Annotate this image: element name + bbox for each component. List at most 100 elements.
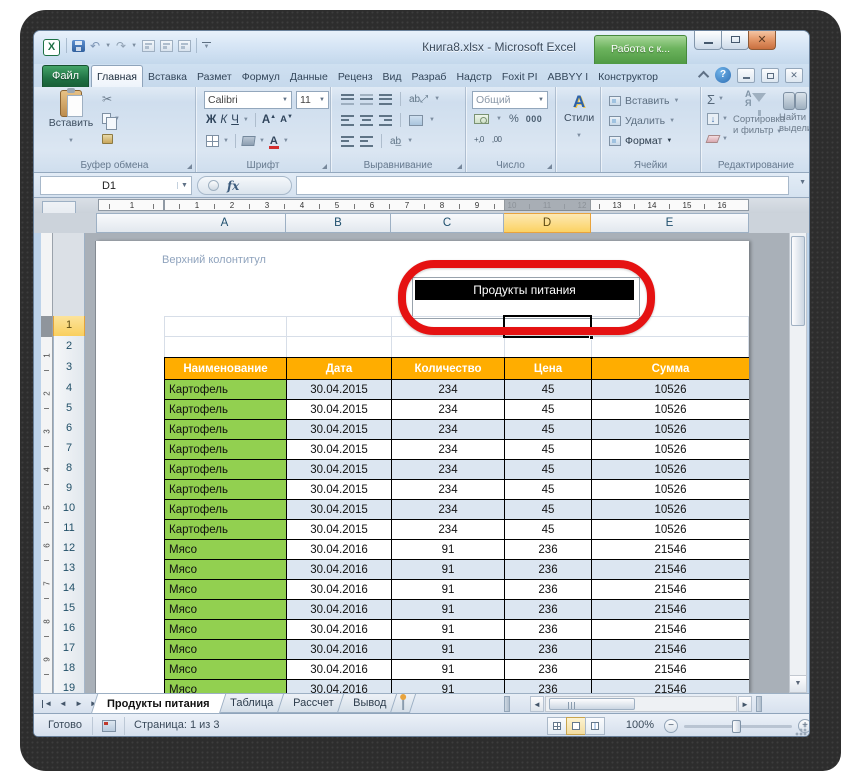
row-header-8[interactable]: 8 — [53, 459, 85, 480]
decrease-indent-icon[interactable] — [341, 136, 354, 147]
collapse-ribbon-icon[interactable] — [698, 71, 709, 82]
row-header-15[interactable]: 15 — [53, 599, 85, 620]
table-cell[interactable]: 91 — [392, 580, 505, 600]
expand-formula-bar-icon[interactable]: ▼ — [799, 179, 806, 186]
increase-indent-icon[interactable] — [360, 136, 373, 147]
undo-icon[interactable]: ↶ — [90, 40, 100, 52]
vertical-scroll-thumb[interactable] — [791, 236, 805, 326]
fill-color-icon[interactable] — [241, 136, 255, 146]
doc-close-button[interactable]: ✕ — [785, 68, 803, 83]
table-cell[interactable]: 21546 — [592, 580, 749, 600]
table-cell[interactable]: 30.04.2016 — [287, 560, 392, 580]
table-cell[interactable]: Мясо — [165, 680, 287, 693]
align-right-icon[interactable] — [379, 115, 392, 126]
clipboard-dialog-launcher-icon[interactable] — [187, 164, 192, 169]
table-cell[interactable]: Мясо — [165, 600, 287, 620]
undo-dropdown-icon[interactable]: ▼ — [105, 43, 111, 49]
table-cell[interactable]: 21546 — [592, 660, 749, 680]
increase-decimal-button[interactable]: +,0 — [474, 135, 484, 144]
cancel-entry-icon[interactable] — [208, 180, 219, 191]
horizontal-scrollbar[interactable] — [545, 696, 737, 712]
currency-icon[interactable] — [474, 114, 489, 124]
table-cell[interactable]: 45 — [505, 420, 592, 440]
row-header-1[interactable]: 1 — [53, 316, 85, 337]
table-cell[interactable]: 30.04.2016 — [287, 620, 392, 640]
table-cell[interactable]: Мясо — [165, 660, 287, 680]
table-cell[interactable]: 10526 — [592, 440, 749, 460]
font-color-dropdown-icon[interactable]: ▼ — [283, 138, 289, 144]
table-header-cell[interactable]: Количество — [392, 358, 505, 380]
excel-app-icon[interactable] — [43, 39, 60, 56]
table-cell[interactable]: 236 — [505, 640, 592, 660]
percent-button[interactable]: % — [509, 113, 519, 125]
table-cell[interactable]: 91 — [392, 600, 505, 620]
table-cell[interactable]: 234 — [392, 500, 505, 520]
table-cell[interactable]: Картофель — [165, 460, 287, 480]
merge-center-icon[interactable] — [409, 115, 423, 126]
table-cell[interactable]: 91 — [392, 620, 505, 640]
grow-font-button[interactable]: А▲ — [262, 114, 276, 126]
table-cell[interactable]: Мясо — [165, 580, 287, 600]
table-cell[interactable]: 234 — [392, 420, 505, 440]
decrease-decimal-button[interactable]: ,00 — [492, 135, 502, 144]
table-cell[interactable]: Картофель — [165, 520, 287, 540]
table-cell[interactable]: 10526 — [592, 500, 749, 520]
shrink-font-button[interactable]: А▼ — [280, 114, 293, 125]
customize-qat-icon[interactable]: ▼ — [202, 42, 211, 50]
table-cell[interactable]: Мясо — [165, 540, 287, 560]
column-header-B[interactable]: B — [286, 213, 391, 233]
align-left-icon[interactable] — [341, 115, 354, 126]
table-cell[interactable]: 236 — [505, 600, 592, 620]
tab-Данные[interactable]: Данные — [285, 66, 333, 88]
next-sheet-button[interactable]: ► — [72, 696, 86, 711]
table-cell[interactable]: 45 — [505, 440, 592, 460]
column-header-C[interactable]: C — [391, 213, 504, 233]
maximize-button[interactable] — [721, 31, 749, 50]
table-cell[interactable]: 30.04.2016 — [287, 640, 392, 660]
table-cell[interactable]: 30.04.2015 — [287, 500, 392, 520]
zoom-thumb[interactable] — [732, 720, 741, 733]
table-cell[interactable]: 236 — [505, 540, 592, 560]
column-header-D[interactable]: D — [504, 213, 591, 233]
number-dialog-launcher-icon[interactable] — [547, 164, 552, 169]
row-header-5[interactable]: 5 — [53, 399, 85, 420]
close-button[interactable]: ✕ — [748, 31, 776, 50]
table-cell[interactable]: 45 — [505, 500, 592, 520]
table-cell[interactable]: 10526 — [592, 520, 749, 540]
table-cell[interactable]: 10526 — [592, 380, 749, 400]
table-cell[interactable]: 21546 — [592, 600, 749, 620]
orientation-icon[interactable]: ab⤢ — [409, 94, 428, 105]
table-cell[interactable]: 234 — [392, 440, 505, 460]
table-cell[interactable]: 236 — [505, 660, 592, 680]
font-size-combo[interactable]: 11▼ — [296, 91, 329, 109]
table-header-cell[interactable]: Дата — [287, 358, 392, 380]
table-cell[interactable]: 30.04.2016 — [287, 540, 392, 560]
table-cell[interactable]: 91 — [392, 540, 505, 560]
save-icon[interactable] — [72, 40, 85, 52]
page-layout-view-button[interactable] — [566, 717, 586, 735]
tab-ABBYY I[interactable]: ABBYY I — [542, 66, 593, 88]
table-cell[interactable]: 236 — [505, 680, 592, 693]
doc-restore-button[interactable] — [761, 68, 779, 83]
wrap-text-icon[interactable]: ab̲ — [390, 136, 401, 147]
table-cell[interactable]: 236 — [505, 580, 592, 600]
table-cell[interactable]: Картофель — [165, 400, 287, 420]
tab-splitter[interactable] — [504, 696, 510, 712]
sheet-tab-Продукты питания[interactable]: Продукты питания — [91, 694, 226, 714]
hscroll-right-icon[interactable]: ► — [738, 696, 752, 712]
insert-function-button[interactable]: fx — [227, 179, 239, 193]
tab-Главная[interactable]: Главная — [91, 65, 143, 87]
zoom-track[interactable] — [684, 725, 792, 728]
table-cell[interactable]: 10526 — [592, 400, 749, 420]
table-cell[interactable]: 45 — [505, 380, 592, 400]
redo-dropdown-icon[interactable]: ▼ — [131, 43, 137, 49]
table-cell[interactable]: 30.04.2016 — [287, 600, 392, 620]
tab-Реценз[interactable]: Реценз — [333, 66, 378, 88]
copy-button[interactable]: ▼ — [102, 111, 120, 126]
italic-button[interactable]: К — [220, 114, 227, 126]
tab-Конструктор[interactable]: Конструктор — [593, 66, 663, 88]
styles-button[interactable]: А Стили ▼ — [564, 92, 594, 142]
table-cell[interactable]: 91 — [392, 640, 505, 660]
table-cell[interactable]: 234 — [392, 380, 505, 400]
table-header-cell[interactable]: Наименование — [165, 358, 287, 380]
